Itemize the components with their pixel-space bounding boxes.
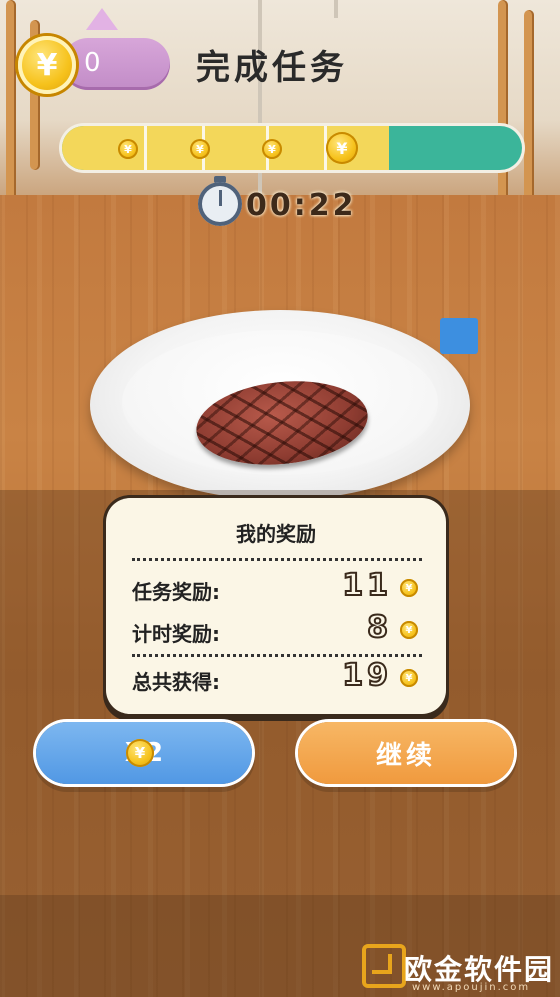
divider-dotted (132, 654, 422, 657)
page-title: 完成任务 (196, 48, 348, 88)
continue-label: 继续 (375, 740, 436, 771)
total-reward-label: 总共获得: (132, 670, 220, 694)
task-reward-value: 11 (341, 567, 392, 604)
window-frame (334, 0, 338, 18)
total-reward-value: 19 (341, 657, 392, 694)
background-wall (0, 0, 560, 200)
yen-coin-icon: ¥ (262, 139, 282, 159)
time-reward-label: 计时奖励: (132, 622, 220, 646)
stopwatch-hand (219, 190, 222, 206)
chair-left (0, 0, 60, 200)
yen-coin-icon: ¥ (190, 139, 210, 159)
progress-divider (144, 126, 147, 170)
continue-button[interactable]: 继续 (298, 722, 514, 784)
reward-card-title: 我的奖励 (236, 522, 316, 546)
watermark-logo-inner (372, 954, 392, 974)
blue-square-marker (440, 318, 478, 354)
yen-coin-icon: ¥ (400, 621, 418, 639)
yen-coin-icon: ¥ (126, 739, 154, 767)
time-reward-value: 8 (366, 609, 392, 646)
task-reward-label: 任务奖励: (132, 580, 220, 604)
window-frame (258, 0, 262, 200)
coin-counter (62, 38, 170, 90)
double-reward-button[interactable]: ¥ X2 (36, 722, 252, 784)
yen-coin-icon: ¥ (326, 132, 358, 164)
divider-dotted (132, 558, 422, 561)
reward-card: 我的奖励 任务奖励: 11 ¥ 计时奖励: 8 ¥ 总共获得: 19 ¥ (106, 498, 446, 714)
timer-readout: 00:22 (246, 188, 357, 223)
chair-right (490, 0, 550, 200)
watermark-url: www.apoujin.com (412, 982, 531, 993)
yen-coin-icon: ¥ (400, 669, 418, 687)
coin-count: 0 (84, 48, 101, 78)
yen-coin-icon: ¥ (18, 36, 76, 94)
pink-arrow-icon (86, 8, 118, 30)
yen-coin-icon: ¥ (118, 139, 138, 159)
yen-coin-icon: ¥ (400, 579, 418, 597)
